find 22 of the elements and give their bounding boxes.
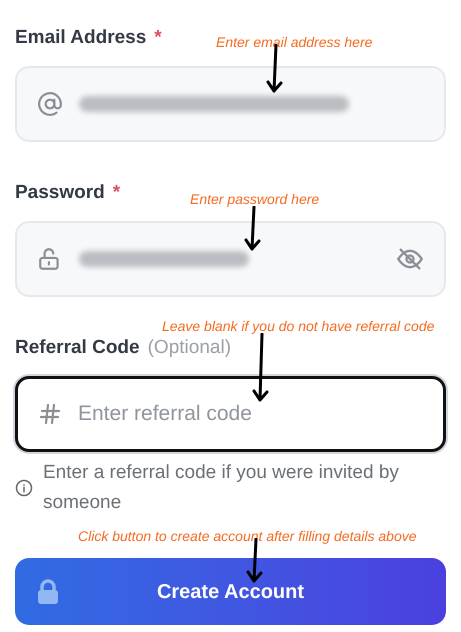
input-field[interactable] — [15, 66, 446, 142]
field-label: Referral Code — [15, 336, 140, 360]
annotation-note: Leave blank if you do not have referral code — [162, 317, 434, 336]
optional-note: (Optional) — [148, 336, 232, 360]
annotation-arrow — [243, 206, 263, 252]
placeholder-text: Enter referral code — [78, 401, 252, 428]
field-label: Email Address — [15, 26, 146, 50]
field-label: Password — [15, 181, 105, 205]
at-sign-icon — [37, 91, 63, 117]
required-asterisk: * — [112, 181, 120, 205]
annotation-note: Enter password here — [190, 190, 320, 209]
info-icon — [15, 479, 33, 497]
help-text: Enter a referral code if you were invited by someone — [43, 461, 400, 515]
hash-icon — [38, 401, 62, 427]
required-asterisk: * — [154, 26, 162, 50]
create-account-button[interactable]: Create Account — [15, 558, 446, 625]
input-field[interactable]: Enter referral code — [15, 376, 446, 452]
padlock-icon — [37, 578, 59, 604]
annotation-note: Enter email address here — [216, 33, 372, 52]
annotation-arrow — [251, 333, 271, 403]
input-field[interactable] — [15, 221, 446, 297]
annotation-note: Click button to create account after filling details above — [78, 527, 417, 546]
